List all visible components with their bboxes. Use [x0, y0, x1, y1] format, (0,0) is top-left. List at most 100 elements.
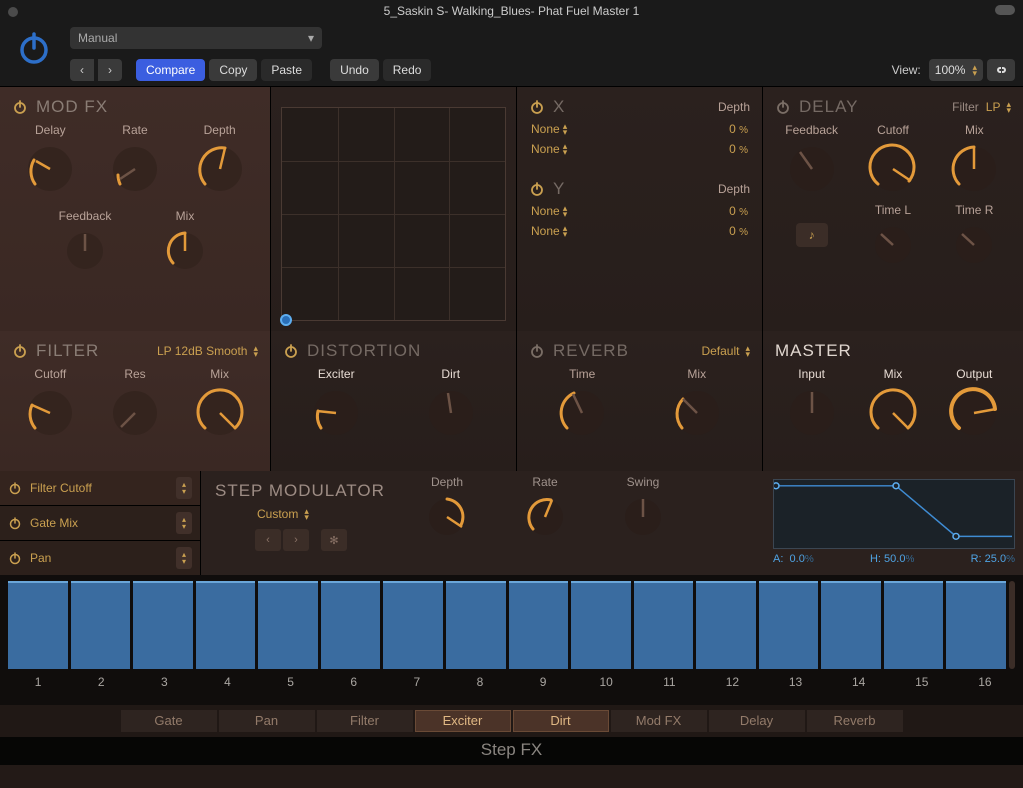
tab-dirt[interactable]: Dirt — [513, 710, 609, 732]
preset-select[interactable]: Manual ▾ — [70, 27, 322, 49]
master-input-knob[interactable] — [786, 387, 838, 439]
tab-gate[interactable]: Gate — [121, 710, 217, 732]
delay-timel-knob[interactable] — [871, 223, 915, 267]
reverb-power-icon[interactable] — [529, 343, 545, 359]
power-icon[interactable] — [8, 551, 22, 565]
reverb-time-knob[interactable] — [556, 387, 608, 439]
mod-slot-2[interactable]: Gate Mix ▴▾ — [0, 506, 200, 540]
stepmod-preset-select[interactable]: Custom▴▾ — [257, 507, 387, 521]
xy-handle[interactable] — [280, 314, 292, 326]
mod-slot-3[interactable]: Pan ▴▾ — [0, 541, 200, 575]
y-assign-1[interactable]: None▴▾0 % — [519, 201, 760, 221]
distortion-exciter-knob[interactable] — [310, 387, 362, 439]
modfx-feedback-knob[interactable] — [63, 229, 107, 273]
modfx-rate-knob[interactable] — [109, 143, 161, 195]
master-mix-knob[interactable] — [867, 387, 919, 439]
compare-button[interactable]: Compare — [136, 59, 205, 81]
window-close-dot[interactable] — [8, 7, 18, 17]
env-release[interactable]: R: 25.0% — [971, 553, 1015, 565]
modfx-depth-knob[interactable] — [194, 143, 246, 195]
step-bar-1[interactable] — [8, 581, 68, 669]
redo-button[interactable]: Redo — [383, 59, 432, 81]
stepmod-settings-button[interactable]: ✻ — [321, 529, 347, 551]
preset-next-button[interactable]: › — [98, 59, 122, 81]
step-bar-4[interactable] — [196, 581, 256, 669]
delay-power-icon[interactable] — [775, 99, 791, 115]
step-bar-7[interactable] — [383, 581, 443, 669]
delay-cutoff-knob[interactable] — [867, 143, 919, 195]
tab-delay[interactable]: Delay — [709, 710, 805, 732]
x-power-icon[interactable] — [529, 99, 545, 115]
tab-filter[interactable]: Filter — [317, 710, 413, 732]
env-attack[interactable]: A: 0.0% — [773, 553, 814, 565]
step-sequencer[interactable] — [8, 581, 1015, 669]
step-end-handle[interactable] — [1009, 581, 1015, 669]
step-bar-8[interactable] — [446, 581, 506, 669]
stepmod-prev-button[interactable]: ‹ — [255, 529, 281, 551]
power-icon[interactable] — [8, 481, 22, 495]
reverb-preset-select[interactable]: Default▴▾ — [701, 344, 750, 358]
reverb-mix-knob[interactable] — [671, 387, 723, 439]
stepmod-rate-knob[interactable] — [523, 495, 567, 539]
tab-exciter[interactable]: Exciter — [415, 710, 511, 732]
sync-button[interactable]: ♪ — [796, 223, 828, 247]
y-power-icon[interactable] — [529, 181, 545, 197]
stepmod-next-button[interactable]: › — [283, 529, 309, 551]
tab-reverb[interactable]: Reverb — [807, 710, 903, 732]
stepper-icon[interactable]: ▴▾ — [176, 547, 192, 569]
step-number: 13 — [766, 669, 826, 697]
mod-slot-1[interactable]: Filter Cutoff ▴▾ — [0, 471, 200, 505]
step-bar-9[interactable] — [509, 581, 569, 669]
xy-pad[interactable] — [281, 107, 506, 321]
modfx-delay-knob[interactable] — [24, 143, 76, 195]
step-bar-16[interactable] — [946, 581, 1006, 669]
master-output-knob[interactable] — [948, 387, 1000, 439]
filter-cutoff-knob[interactable] — [24, 387, 76, 439]
step-bar-12[interactable] — [696, 581, 756, 669]
distortion-power-icon[interactable] — [283, 343, 299, 359]
stepmod-depth-knob[interactable] — [425, 495, 469, 539]
step-bar-11[interactable] — [634, 581, 694, 669]
power-icon[interactable] — [8, 516, 22, 530]
delay-mix-knob[interactable] — [948, 143, 1000, 195]
step-bar-2[interactable] — [71, 581, 131, 669]
paste-button[interactable]: Paste — [261, 59, 312, 81]
gear-icon: ✻ — [329, 534, 338, 547]
delay-feedback-knob[interactable] — [786, 143, 838, 195]
filter-power-icon[interactable] — [12, 343, 28, 359]
filter-res-knob[interactable] — [109, 387, 161, 439]
x-assign-1[interactable]: None▴▾0 % — [519, 119, 760, 139]
window-control-pill[interactable] — [995, 5, 1015, 15]
y-assign-2[interactable]: None▴▾0 % — [519, 221, 760, 241]
modfx-power-icon[interactable] — [12, 99, 28, 115]
step-number: 1 — [8, 669, 68, 697]
delay-timer-knob[interactable] — [952, 223, 996, 267]
copy-button[interactable]: Copy — [209, 59, 257, 81]
step-bar-5[interactable] — [258, 581, 318, 669]
stepper-icon[interactable]: ▴▾ — [176, 512, 192, 534]
distortion-title: DISTORTION — [307, 341, 421, 361]
step-bar-14[interactable] — [821, 581, 881, 669]
stepper-icon[interactable]: ▴▾ — [176, 477, 192, 499]
preset-prev-button[interactable]: ‹ — [70, 59, 94, 81]
modfx-mix-knob[interactable] — [163, 229, 207, 273]
tab-pan[interactable]: Pan — [219, 710, 315, 732]
envelope-display[interactable] — [773, 479, 1015, 549]
filter-mix-knob[interactable] — [194, 387, 246, 439]
filter-mode-select[interactable]: LP 12dB Smooth▴▾ — [157, 344, 258, 358]
env-hold[interactable]: H: 50.0% — [870, 553, 914, 565]
undo-button[interactable]: Undo — [330, 59, 379, 81]
step-bar-10[interactable] — [571, 581, 631, 669]
step-bar-15[interactable] — [884, 581, 944, 669]
distortion-dirt-knob[interactable] — [425, 387, 477, 439]
zoom-select[interactable]: 100% ▴▾ — [929, 59, 983, 81]
plugin-power-button[interactable] — [14, 28, 54, 68]
x-assign-2[interactable]: None▴▾0 % — [519, 139, 760, 159]
step-bar-6[interactable] — [321, 581, 381, 669]
delay-filter-select[interactable]: Filter LP ▴▾ — [952, 100, 1011, 114]
step-bar-3[interactable] — [133, 581, 193, 669]
tab-mod-fx[interactable]: Mod FX — [611, 710, 707, 732]
step-bar-13[interactable] — [759, 581, 819, 669]
link-button[interactable] — [987, 59, 1015, 81]
stepmod-swing-knob[interactable] — [621, 495, 665, 539]
